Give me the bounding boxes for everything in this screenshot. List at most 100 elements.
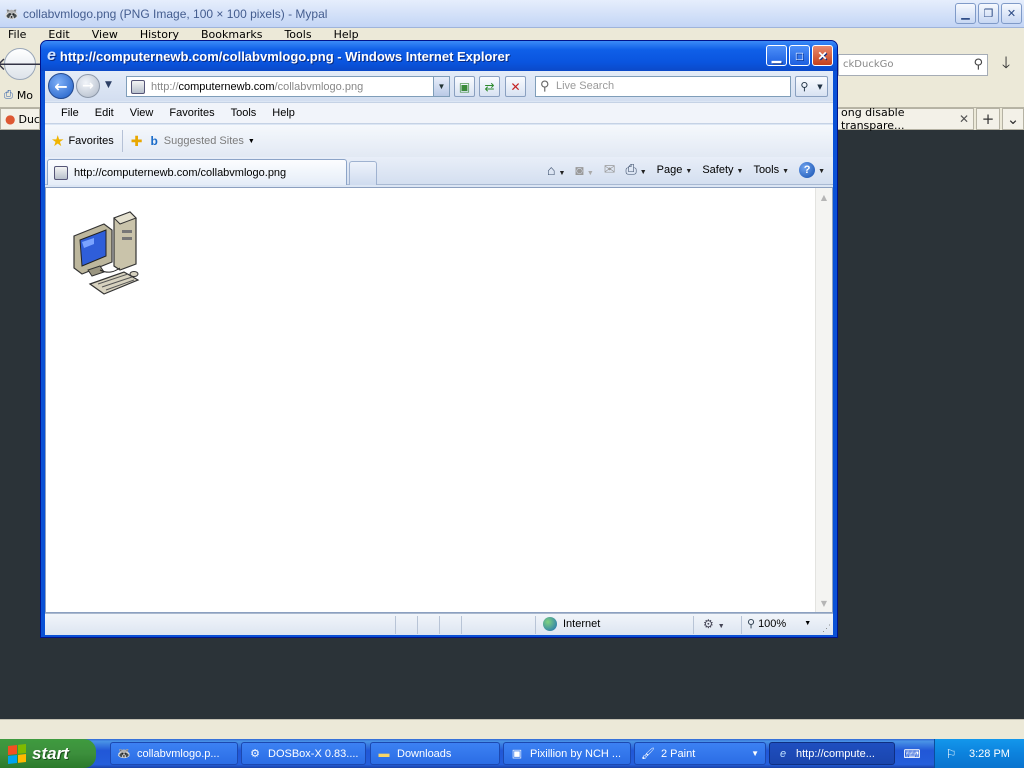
ie-compat-view-button[interactable]: ▣ <box>454 76 475 97</box>
taskbar-item-label: collabvmlogo.p... <box>137 747 220 760</box>
search-icon[interactable]: ⚲ <box>973 57 983 72</box>
taskbar-item-label: Downloads <box>397 747 452 760</box>
zoom-control[interactable]: ⚲ 100% ▼ <box>747 617 811 631</box>
ie-window-title: http://computernewb.com/collabvmlogo.png… <box>59 48 510 64</box>
address-scheme: http:// <box>151 80 179 93</box>
zoom-magnifier-icon: ⚲ <box>747 618 756 630</box>
mypal-new-tab-button[interactable]: + <box>976 108 1000 130</box>
ie-maximize-button[interactable]: □ <box>789 45 810 66</box>
duckduckgo-icon: ● <box>5 112 16 126</box>
ie-menubar: File Edit View Favorites Tools Help <box>45 102 833 124</box>
ie-address-bar[interactable]: http://computernewb.com/collabvmlogo.png… <box>126 76 450 97</box>
ie-menu-favorites[interactable]: Favorites <box>161 107 222 119</box>
favorites-separator <box>121 130 123 152</box>
protected-mode-icon[interactable]: ⚙ ▼ <box>703 617 725 631</box>
arrow-left-icon: 🡐 <box>0 53 45 75</box>
zoom-dropdown-icon[interactable]: ▼ <box>804 620 811 627</box>
ie-menu-tools[interactable]: Tools <box>223 107 265 119</box>
ie-favorites-bar: ★ Favorites ✚ b Suggested Sites ▼ <box>45 125 833 157</box>
network-icon[interactable]: ⚐ <box>943 746 959 762</box>
mypal-maximize-button[interactable]: ❐ <box>978 3 999 24</box>
ie-search-input[interactable]: ⚲ Live Search <box>535 76 791 97</box>
close-tab-icon[interactable]: ✕ <box>959 112 969 126</box>
keyboard-icon[interactable]: ⌨ <box>902 745 922 762</box>
home-button[interactable]: ⌂ ▼ <box>547 162 565 178</box>
status-divider <box>439 616 440 634</box>
mypal-bookmark-item[interactable]: Mo <box>17 89 33 102</box>
search-icon: ⚲ <box>800 80 809 93</box>
tools-menu-button[interactable]: Tools ▼ <box>753 164 789 176</box>
ie-window: e http://computernewb.com/collabvmlogo.p… <box>40 40 838 638</box>
ie-search-button[interactable]: ⚲ ▼ <box>795 76 828 97</box>
status-divider <box>417 616 418 634</box>
taskbar-item-paint-group[interactable]: 🖌 2 Paint ▼ <box>634 742 766 765</box>
start-button[interactable]: start <box>0 739 96 768</box>
security-zone[interactable]: Internet <box>543 617 600 631</box>
mypal-minimize-button[interactable]: ▁ <box>955 3 976 24</box>
print-button[interactable]: ⎙ ▼ <box>626 161 647 178</box>
page-menu-button[interactable]: Page ▼ <box>657 164 693 176</box>
page-menu-label: Page <box>656 163 683 176</box>
dosbox-icon: ⚙ <box>250 748 260 760</box>
feeds-button[interactable]: ◙ ▼ <box>575 162 593 178</box>
ie-status-bar: Internet ⚙ ▼ ⚲ 100% ▼ ⋰ <box>45 613 833 635</box>
taskbar-item-downloads[interactable]: ▬ Downloads <box>370 742 500 765</box>
taskbar-item-label: 2 Paint <box>661 747 696 760</box>
resize-grip-icon[interactable]: ⋰ <box>822 623 831 634</box>
mypal-tab-current[interactable]: ong disable transpare... ✕ <box>836 106 974 132</box>
chevron-down-icon[interactable]: ▼ <box>248 138 255 145</box>
mypal-close-button[interactable]: ✕ <box>1001 3 1022 24</box>
search-options-dropdown[interactable]: ▼ <box>817 83 822 91</box>
mypal-back-button[interactable]: 🡐 <box>0 48 44 80</box>
mypal-search-input[interactable]: ckDuckGo ⚲ <box>838 54 988 76</box>
vertical-scrollbar[interactable]: ▲ ▼ <box>815 188 832 612</box>
taskbar-item-pixillion[interactable]: ▣ Pixillion by NCH ... <box>503 742 631 765</box>
mail-icon: ✉ <box>603 161 616 177</box>
mypal-downloads-button[interactable]: 🡓 <box>992 52 1020 78</box>
mypal-tab-list-button[interactable]: ⌄ <box>1002 108 1024 130</box>
mypal-bookmarks-toolbar: ⎙ Mo <box>0 84 33 106</box>
status-divider <box>535 616 536 634</box>
folder-icon: ▬ <box>378 747 390 760</box>
scroll-up-arrow-icon[interactable]: ▲ <box>818 190 830 204</box>
status-divider <box>741 616 742 634</box>
address-path: /collabvmlogo.png <box>274 80 364 93</box>
ie-menu-help[interactable]: Help <box>264 107 303 119</box>
scroll-down-arrow-icon[interactable]: ▼ <box>818 596 830 610</box>
ie-menu-file[interactable]: File <box>53 107 87 119</box>
ie-tab-current[interactable]: http://computernewb.com/collabvmlogo.png <box>47 159 347 185</box>
ie-minimize-button[interactable]: ▁ <box>766 45 787 66</box>
ie-history-dropdown[interactable]: ▼ <box>105 80 112 90</box>
ie-new-tab-button[interactable] <box>349 161 377 185</box>
page-icon <box>131 79 145 94</box>
favorites-button[interactable]: Favorites <box>68 135 113 147</box>
help-menu-button[interactable]: ? ▼ <box>799 161 825 178</box>
safety-menu-button[interactable]: Safety ▼ <box>702 164 743 176</box>
add-to-favorites-bar-icon[interactable]: ✚ <box>131 133 143 150</box>
ie-back-button[interactable]: ← <box>48 73 74 99</box>
taskbar-item-mypal[interactable]: 🦝 collabvmlogo.p... <box>110 742 238 765</box>
ie-tab-label: http://computernewb.com/collabvmlogo.png <box>74 166 287 179</box>
suggested-sites-button[interactable]: Suggested Sites <box>164 135 244 147</box>
ie-stop-button[interactable]: ✕ <box>505 76 526 97</box>
search-placeholder: Live Search <box>556 80 615 92</box>
compat-view-icon: ▣ <box>458 79 471 94</box>
taskbar-item-internet-explorer[interactable]: e http://compute... <box>769 742 895 765</box>
address-dropdown-button[interactable]: ▼ <box>433 77 449 96</box>
mypal-menu-file[interactable]: File <box>8 28 26 44</box>
taskbar-clock[interactable]: 3:28 PM <box>969 748 1010 760</box>
arrow-left-icon: ← <box>54 76 68 96</box>
ie-menu-view[interactable]: View <box>122 107 162 119</box>
taskbar-item-label: http://compute... <box>796 747 875 760</box>
mypal-tab-duckduckgo[interactable]: ● Duc <box>0 108 40 130</box>
paint-icon: 🖌 <box>641 748 655 760</box>
arrow-right-icon: → <box>82 78 94 94</box>
ie-refresh-button[interactable]: ⇄ <box>479 76 500 97</box>
ie-menu-edit[interactable]: Edit <box>87 107 122 119</box>
mypal-tab-label: ong disable transpare... <box>841 106 905 132</box>
ie-close-button[interactable]: ✕ <box>812 45 833 66</box>
mypal-tab-label: Duc <box>18 112 40 126</box>
ie-forward-button[interactable]: → <box>76 74 100 98</box>
read-mail-button[interactable]: ✉ <box>604 161 616 178</box>
taskbar-item-dosbox[interactable]: ⚙ DOSBox-X 0.83.... <box>241 742 366 765</box>
